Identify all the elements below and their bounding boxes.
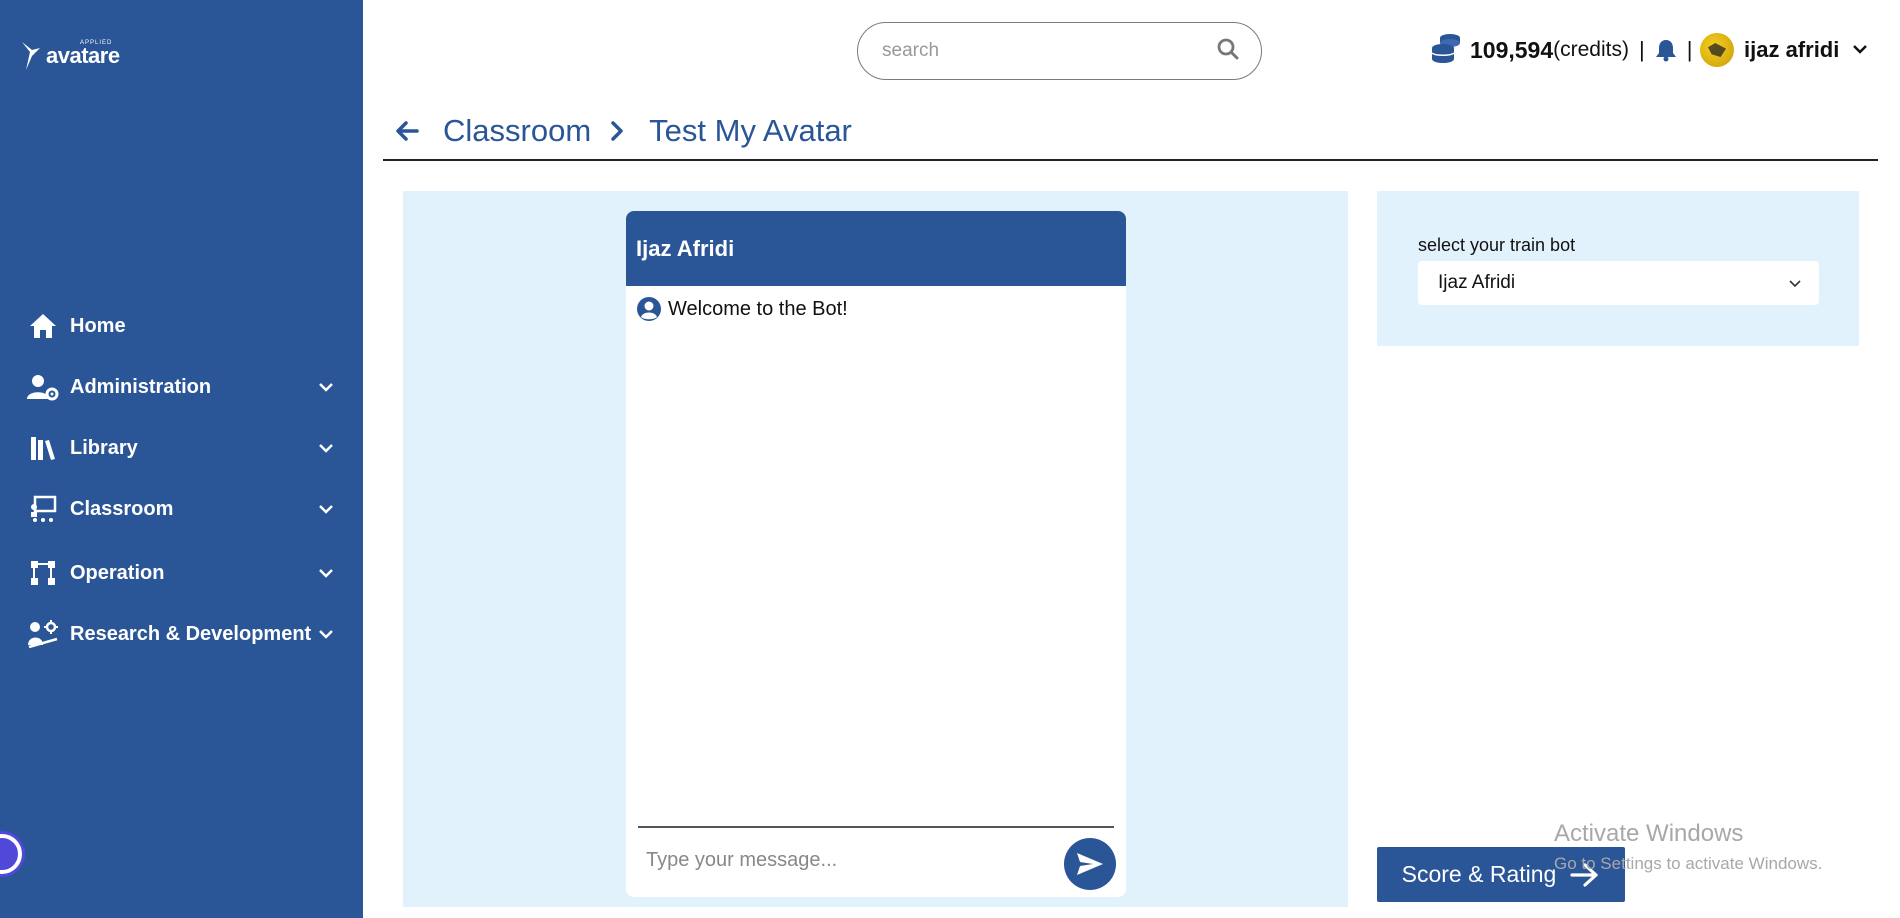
- header-separator: |: [1638, 37, 1645, 62]
- chevron-down-icon[interactable]: [316, 563, 336, 583]
- back-arrow-icon[interactable]: [395, 118, 421, 144]
- chat-title: Ijaz Afridi: [636, 235, 735, 261]
- credits-value: 109,594: [1470, 36, 1554, 63]
- windows-activation-watermark: Activate Windows Go to Settings to activ…: [1554, 820, 1822, 874]
- header-separator: |: [1686, 37, 1693, 62]
- search-icon[interactable]: [1217, 38, 1239, 65]
- message-input[interactable]: [646, 849, 1046, 872]
- sidebar-item-label: Operation: [70, 561, 165, 584]
- sidebar: avatare APPLIED Home Administration Libr…: [0, 0, 363, 918]
- chevron-down-icon[interactable]: [316, 377, 336, 397]
- train-bot-panel: select your train bot Ijaz Afridi: [1377, 191, 1859, 346]
- sidebar-item-library[interactable]: Library: [26, 428, 336, 468]
- sidebar-item-label: Administration: [70, 375, 212, 398]
- breadcrumb-divider: [383, 159, 1878, 161]
- user-circle-icon: [636, 296, 662, 322]
- classroom-icon: [26, 494, 60, 524]
- train-bot-select[interactable]: Ijaz Afridi: [1418, 261, 1819, 305]
- logo-text: avatare: [46, 43, 120, 68]
- user-gear-icon: [26, 372, 60, 402]
- chat-divider: [638, 826, 1114, 828]
- bot-message: Welcome to the Bot!: [636, 296, 848, 322]
- sidebar-item-home[interactable]: Home: [26, 306, 336, 346]
- credits-unit: (credits): [1553, 38, 1629, 61]
- page-title: Test My Avatar: [649, 113, 852, 148]
- message-text: Welcome to the Bot!: [668, 297, 848, 320]
- sidebar-item-research[interactable]: Research & Development: [26, 614, 336, 654]
- search-input[interactable]: [882, 40, 1217, 62]
- research-icon: [26, 619, 60, 649]
- chat-header: Ijaz Afridi: [626, 211, 1126, 286]
- operation-icon: [26, 558, 60, 588]
- library-icon: [26, 433, 60, 463]
- sidebar-item-label: Library: [70, 436, 138, 459]
- chevron-down-icon: [1789, 272, 1801, 294]
- breadcrumb-parent[interactable]: Classroom: [443, 113, 591, 149]
- chevron-down-icon[interactable]: [316, 624, 336, 644]
- user-menu[interactable]: ijaz afridi: [1700, 30, 1868, 70]
- watermark-subtitle: Go to Settings to activate Windows.: [1554, 854, 1823, 873]
- sidebar-item-classroom[interactable]: Classroom: [26, 489, 336, 529]
- chevron-down-icon[interactable]: [316, 499, 336, 519]
- coins-icon: [1430, 31, 1462, 69]
- sidebar-item-operation[interactable]: Operation: [26, 553, 336, 593]
- home-icon: [26, 311, 60, 341]
- chevron-down-icon[interactable]: [1853, 41, 1868, 59]
- score-rating-label: Score & Rating: [1401, 861, 1557, 887]
- send-icon: [1077, 853, 1103, 875]
- avatar[interactable]: [1700, 33, 1734, 67]
- watermark-title: Activate Windows: [1554, 820, 1744, 847]
- sidebar-item-label: Classroom: [70, 497, 174, 520]
- train-bot-label: select your train bot: [1418, 235, 1576, 255]
- sidebar-item-label: Research & Development: [70, 622, 312, 645]
- user-name[interactable]: ijaz afridi: [1744, 37, 1839, 63]
- floating-assistant-button[interactable]: [0, 834, 22, 874]
- chevron-right-icon: [611, 120, 629, 142]
- chat-window: Ijaz Afridi Welcome to the Bot!: [626, 211, 1126, 897]
- sidebar-item-administration[interactable]: Administration: [26, 367, 336, 407]
- send-button[interactable]: [1064, 838, 1116, 890]
- logo-bird-icon: [22, 42, 40, 70]
- logo-subtitle: APPLIED: [80, 40, 113, 46]
- search-bar[interactable]: [857, 22, 1262, 80]
- sidebar-item-label: Home: [70, 314, 126, 337]
- train-bot-selected-value: Ijaz Afridi: [1438, 272, 1516, 293]
- chevron-down-icon[interactable]: [316, 438, 336, 458]
- credits-display: 109,594 (credits) | |: [1430, 30, 1702, 70]
- breadcrumb: Classroom Test My Avatar: [395, 108, 852, 154]
- bell-icon[interactable]: [1655, 38, 1677, 62]
